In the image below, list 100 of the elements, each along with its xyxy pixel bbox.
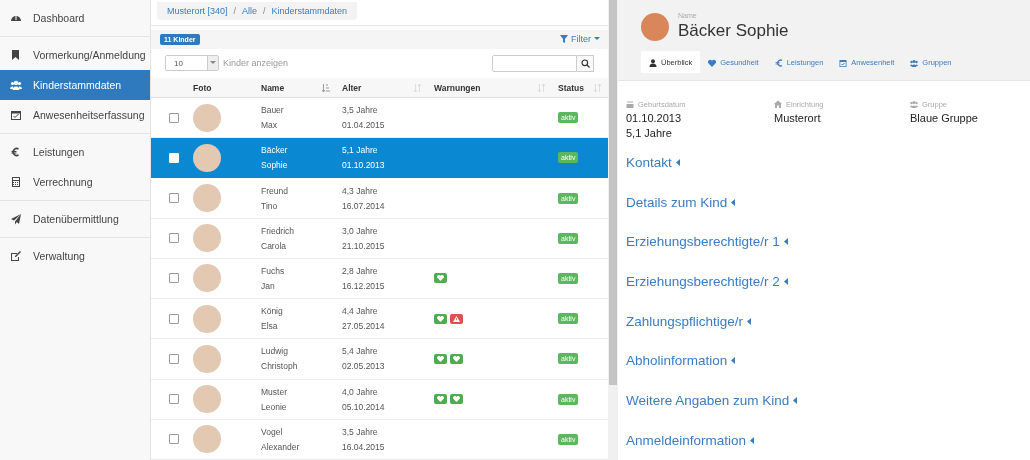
edit-icon [10, 250, 22, 262]
age: 4,0 Jahre [342, 386, 379, 397]
caret-icon [594, 37, 600, 42]
sidebar-item[interactable]: Anwesenheitserfassung [0, 100, 150, 130]
filter-button[interactable]: Filter [560, 34, 600, 45]
age: 3,5 Jahre [342, 105, 379, 116]
first-name: Elsa [261, 321, 279, 332]
photo-placeholder [193, 224, 221, 253]
last-name: Vogel [261, 426, 284, 437]
caret-icon [731, 357, 737, 365]
column-header[interactable]: Name [255, 78, 336, 97]
last-name: Friedrich [261, 225, 296, 236]
search-button[interactable] [577, 54, 594, 72]
field-value: Blaue Gruppe [910, 111, 979, 124]
last-name: Freund [261, 185, 289, 196]
birth-date: 16.07.2014 [342, 200, 386, 211]
section-link[interactable]: Weitere Angaben zum Kind [626, 380, 1030, 421]
search-field[interactable] [492, 54, 577, 72]
checkbox[interactable] [169, 434, 179, 445]
last-name: Bauer [261, 105, 285, 116]
column-header[interactable]: Alter [336, 78, 428, 97]
field-value: 01.10.2013 [626, 111, 683, 124]
photo-placeholder [193, 385, 221, 414]
caret-icon [783, 238, 789, 246]
age: 4,4 Jahre [342, 306, 379, 317]
breadcrumb-link[interactable]: Musterort [340] [167, 6, 228, 16]
birth-date: 16.04.2015 [342, 441, 386, 452]
caret-icon [747, 317, 753, 325]
age: 4,3 Jahre [342, 185, 379, 196]
column-header[interactable]: Status [552, 78, 608, 97]
first-name: Leonie [261, 401, 288, 412]
last-name: Muster [261, 386, 288, 397]
first-name: Christoph [261, 361, 299, 372]
age: 5,4 Jahre [342, 346, 379, 357]
page-size-label: Kinder anzeigen [223, 58, 289, 69]
heart-icon [708, 58, 717, 67]
photo-placeholder [193, 304, 221, 333]
birth-date: 05.10.2014 [342, 401, 386, 412]
search-icon [580, 58, 590, 68]
paper-plane-icon [10, 213, 22, 225]
users-icon [910, 58, 919, 67]
caret-icon [675, 158, 681, 166]
age: 5,1 Jahre [342, 145, 379, 156]
age: 3,5 Jahre [342, 426, 379, 437]
last-name: Fuchs [261, 266, 286, 276]
scrollbar[interactable] [608, 0, 618, 460]
caret-icon [793, 396, 799, 404]
euro-icon [10, 146, 22, 158]
breadcrumb-separator: / [233, 6, 237, 16]
section-link[interactable]: Kontakt [626, 142, 1030, 183]
birth-date: 02.05.2013 [342, 361, 386, 372]
section-link[interactable]: Zahlungspflichtige/r [626, 301, 1030, 341]
checkbox[interactable] [169, 313, 179, 324]
photo-placeholder [193, 184, 221, 212]
funnel-icon [560, 35, 568, 44]
checkbox[interactable] [169, 193, 179, 203]
caret-icon [783, 277, 789, 285]
age: 2,8 Jahre [342, 266, 379, 276]
users-icon [910, 100, 918, 108]
birth-date: 01.04.2015 [342, 120, 386, 131]
caret-icon [210, 61, 216, 66]
breadcrumb-link[interactable]: Kinderstammdaten [271, 6, 348, 16]
first-name: Jan [261, 281, 276, 291]
age: 3,0 Jahre [342, 225, 379, 236]
breadcrumb-link[interactable]: Alle [242, 6, 258, 16]
checkbox[interactable] [169, 233, 179, 244]
checkbox[interactable] [169, 394, 179, 405]
photo-placeholder [193, 103, 221, 132]
section-link[interactable]: Details zum Kind [626, 182, 1030, 222]
sidebar-item[interactable]: Verrechnung [0, 167, 150, 197]
page-size-select[interactable]: 10 [165, 55, 219, 72]
user-icon [649, 58, 657, 67]
field-value: Musterort [774, 111, 822, 124]
birth-date: 21.10.2015 [342, 240, 386, 251]
photo-placeholder [193, 143, 221, 172]
sidebar-item[interactable]: Leistungen [0, 137, 150, 167]
first-name: Max [261, 120, 279, 131]
birth-date: 16.12.2015 [342, 281, 386, 291]
sidebar-item[interactable]: Verwaltung [0, 241, 150, 271]
sidebar-item[interactable]: Kinderstammdaten [0, 70, 150, 100]
last-name: König [261, 306, 284, 317]
column-header: Foto [192, 81, 213, 95]
column-header[interactable]: Warnungen [428, 78, 552, 97]
first-name: Carola [261, 240, 288, 251]
caret-icon [750, 436, 756, 444]
users-icon [10, 79, 22, 91]
field-value: 5,1 Jahre [626, 126, 673, 139]
checkbox[interactable] [169, 273, 179, 284]
section-link[interactable]: Erziehungsberechtigte/r 1 [626, 221, 1030, 262]
checkbox[interactable] [169, 353, 179, 364]
euro-icon [774, 58, 783, 67]
sidebar-item[interactable]: Dashboard [0, 3, 150, 33]
sidebar-item[interactable]: Vormerkung/Anmeldung [0, 40, 150, 70]
birth-date: 01.10.2013 [342, 160, 386, 171]
calendar-icon [839, 58, 848, 67]
section-link[interactable]: Anmeldeinformation [626, 420, 1030, 460]
section-link[interactable]: Abholinformation [626, 340, 1030, 381]
section-link[interactable]: Erziehungsberechtigte/r 2 [626, 261, 1030, 302]
sidebar-item[interactable]: Datenübermittlung [0, 204, 150, 234]
checkbox[interactable] [169, 112, 179, 123]
